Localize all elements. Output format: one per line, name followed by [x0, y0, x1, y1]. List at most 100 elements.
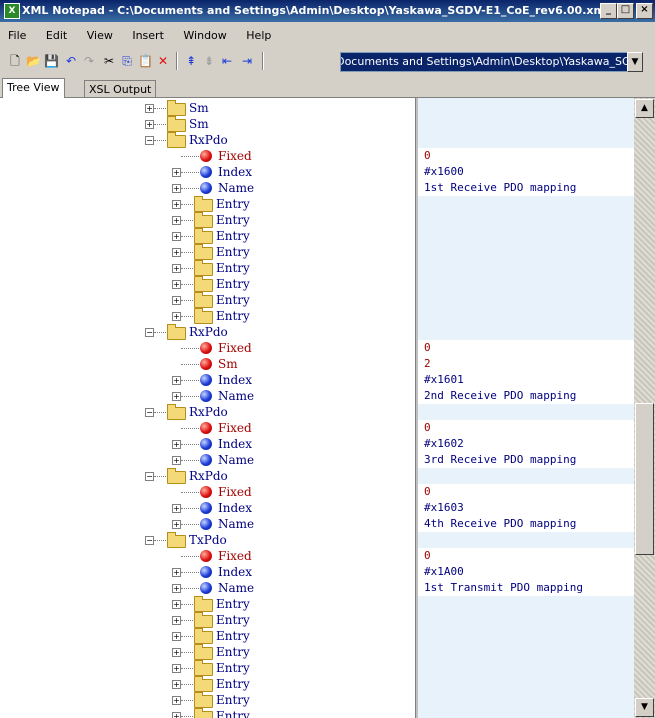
expand-icon[interactable]: +: [172, 376, 181, 385]
tree-node[interactable]: − RxPdo: [0, 132, 415, 148]
expand-icon[interactable]: +: [172, 504, 181, 513]
tree-node[interactable]: + Entry: [0, 292, 415, 308]
maximize-button[interactable]: □: [617, 3, 634, 19]
tree-node[interactable]: Fixed: [0, 548, 415, 564]
scroll-down-icon[interactable]: ▼: [635, 698, 654, 717]
expand-icon[interactable]: +: [172, 216, 181, 225]
open-icon[interactable]: 📂: [26, 54, 41, 68]
expand-icon[interactable]: +: [172, 664, 181, 673]
delete-icon[interactable]: ✕: [156, 54, 170, 68]
tree-node[interactable]: + Index: [0, 164, 415, 180]
tab-xsl-output[interactable]: XSL Output: [84, 80, 157, 98]
node-value[interactable]: 0: [418, 340, 634, 356]
save-icon[interactable]: 💾: [44, 54, 59, 68]
collapse-icon[interactable]: −: [145, 328, 154, 337]
xml-tree-view[interactable]: + Sm + Sm − RxPdo Fixed + Index + Name + Entry + Entry…: [0, 98, 415, 718]
tree-node[interactable]: + Name: [0, 388, 415, 404]
menu-insert[interactable]: Insert: [124, 27, 172, 44]
expand-icon[interactable]: +: [172, 648, 181, 657]
nudge-right-icon[interactable]: ⇥: [240, 54, 254, 68]
nudge-down-icon[interactable]: ⇟: [202, 54, 216, 68]
node-value[interactable]: 0: [418, 420, 634, 436]
tree-node[interactable]: + Entry: [0, 260, 415, 276]
expand-icon[interactable]: +: [172, 232, 181, 241]
tree-node[interactable]: + Sm: [0, 116, 415, 132]
expand-icon[interactable]: +: [172, 248, 181, 257]
expand-icon[interactable]: +: [172, 600, 181, 609]
tree-node[interactable]: − RxPdo: [0, 324, 415, 340]
collapse-icon[interactable]: −: [145, 408, 154, 417]
redo-icon[interactable]: ↷: [82, 54, 96, 68]
expand-icon[interactable]: +: [172, 520, 181, 529]
tab-tree-view[interactable]: Tree View: [2, 78, 65, 98]
expand-icon[interactable]: +: [172, 632, 181, 641]
tree-node[interactable]: + Entry: [0, 228, 415, 244]
menu-file[interactable]: File: [0, 27, 34, 44]
expand-icon[interactable]: +: [172, 200, 181, 209]
expand-icon[interactable]: +: [172, 440, 181, 449]
node-value[interactable]: #x1602: [418, 436, 634, 452]
paste-icon[interactable]: 📋: [138, 54, 153, 68]
node-value[interactable]: #x1601: [418, 372, 634, 388]
expand-icon[interactable]: +: [172, 280, 181, 289]
tree-node[interactable]: + Name: [0, 180, 415, 196]
tree-node[interactable]: Fixed: [0, 484, 415, 500]
node-value[interactable]: 4th Receive PDO mapping: [418, 516, 634, 532]
node-value[interactable]: #x1603: [418, 500, 634, 516]
tree-node[interactable]: − RxPdo: [0, 404, 415, 420]
expand-icon[interactable]: +: [172, 696, 181, 705]
tree-node[interactable]: + Name: [0, 580, 415, 596]
collapse-icon[interactable]: −: [145, 472, 154, 481]
menu-help[interactable]: Help: [238, 27, 279, 44]
tree-node[interactable]: + Entry: [0, 212, 415, 228]
expand-icon[interactable]: +: [172, 680, 181, 689]
expand-icon[interactable]: +: [172, 264, 181, 273]
tree-node[interactable]: + Entry: [0, 308, 415, 324]
minimize-button[interactable]: _: [600, 3, 617, 19]
tree-node[interactable]: + Entry: [0, 628, 415, 644]
expand-icon[interactable]: +: [172, 568, 181, 577]
undo-icon[interactable]: ↶: [64, 54, 78, 68]
tree-node[interactable]: + Index: [0, 564, 415, 580]
scroll-thumb[interactable]: [635, 403, 654, 555]
close-button[interactable]: ×: [636, 3, 653, 19]
menu-edit[interactable]: Edit: [38, 27, 75, 44]
node-value[interactable]: #x1A00: [418, 564, 634, 580]
cut-icon[interactable]: ✂: [102, 54, 116, 68]
tree-node[interactable]: + Entry: [0, 660, 415, 676]
tree-node[interactable]: + Entry: [0, 692, 415, 708]
node-value[interactable]: #x1600: [418, 164, 634, 180]
collapse-icon[interactable]: −: [145, 536, 154, 545]
tree-node[interactable]: + Entry: [0, 676, 415, 692]
node-value[interactable]: 0: [418, 484, 634, 500]
expand-icon[interactable]: +: [172, 184, 181, 193]
tree-node[interactable]: + Entry: [0, 644, 415, 660]
tree-node[interactable]: + Index: [0, 500, 415, 516]
file-path-combo[interactable]: C:\Documents and Settings\Admin\Desktop\…: [340, 52, 628, 72]
node-value[interactable]: 0: [418, 148, 634, 164]
expand-icon[interactable]: +: [172, 584, 181, 593]
tree-node[interactable]: − RxPdo: [0, 468, 415, 484]
node-value[interactable]: 2nd Receive PDO mapping: [418, 388, 634, 404]
tree-node[interactable]: + Sm: [0, 100, 415, 116]
collapse-icon[interactable]: −: [145, 136, 154, 145]
nudge-left-icon[interactable]: ⇤: [220, 54, 234, 68]
node-values-pane[interactable]: 0 #x1600 1st Receive PDO mapping 0 2 #x1601 2n…: [418, 98, 634, 718]
nudge-up-icon[interactable]: ⇞: [184, 54, 198, 68]
tree-node[interactable]: + Entry: [0, 612, 415, 628]
tree-node[interactable]: + Name: [0, 516, 415, 532]
expand-icon[interactable]: +: [172, 168, 181, 177]
expand-icon[interactable]: +: [172, 312, 181, 321]
node-value[interactable]: 1st Transmit PDO mapping: [418, 580, 634, 596]
expand-icon[interactable]: +: [172, 392, 181, 401]
vertical-scrollbar[interactable]: ▲ ▼: [634, 98, 655, 718]
node-value[interactable]: 3rd Receive PDO mapping: [418, 452, 634, 468]
tree-node[interactable]: Fixed: [0, 340, 415, 356]
tree-node[interactable]: Fixed: [0, 148, 415, 164]
tree-node[interactable]: + Entry: [0, 276, 415, 292]
tree-node[interactable]: + Index: [0, 372, 415, 388]
expand-icon[interactable]: +: [172, 456, 181, 465]
tree-node[interactable]: − TxPdo: [0, 532, 415, 548]
expand-icon[interactable]: +: [172, 712, 181, 718]
tree-node[interactable]: + Entry: [0, 244, 415, 260]
